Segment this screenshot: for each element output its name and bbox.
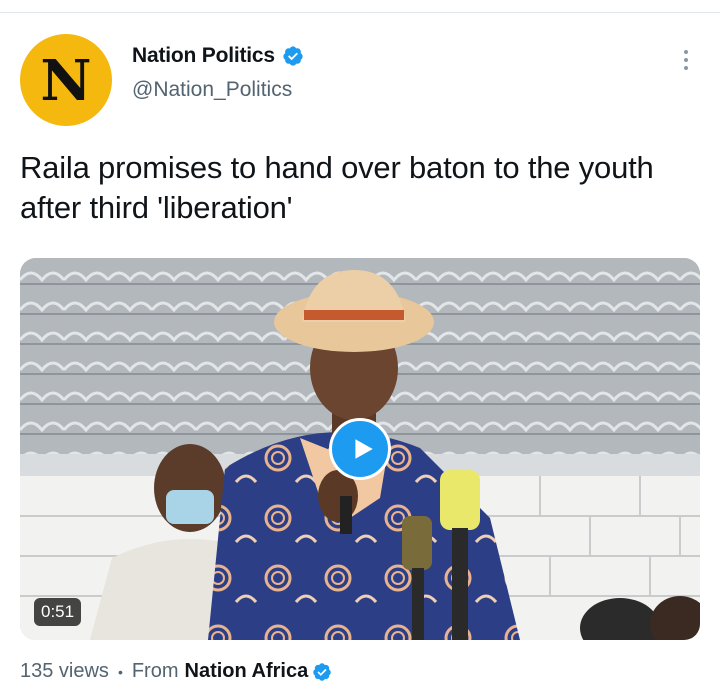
video-player[interactable]: 0:51 [20, 258, 700, 640]
source-link[interactable]: Nation Africa [185, 660, 309, 683]
verified-badge-icon [283, 46, 303, 66]
more-options-button[interactable] [672, 46, 700, 74]
view-count: 135 views [20, 660, 109, 682]
name-row: Nation Politics [132, 44, 304, 68]
tweet-author: Nation Politics @Nation_Politics [132, 44, 304, 102]
more-vertical-icon [684, 50, 688, 54]
handle[interactable]: @Nation_Politics [132, 78, 304, 102]
more-vertical-icon-dot [684, 66, 688, 70]
tweet-text: Raila promises to hand over baton to the… [20, 150, 654, 225]
verified-badge-icon [313, 662, 331, 681]
top-divider [0, 12, 720, 13]
tweet-meta: 135 views • From Nation Africa [20, 660, 332, 683]
more-vertical-icon-dot [684, 58, 688, 62]
avatar[interactable]: N [20, 34, 112, 126]
play-button[interactable] [329, 418, 391, 480]
play-icon [354, 439, 373, 459]
avatar-letter: N [40, 48, 92, 114]
separator-dot: • [117, 663, 123, 680]
from-label: From [131, 660, 179, 682]
display-name[interactable]: Nation Politics [132, 44, 275, 68]
video-duration-badge: 0:51 [34, 598, 82, 626]
